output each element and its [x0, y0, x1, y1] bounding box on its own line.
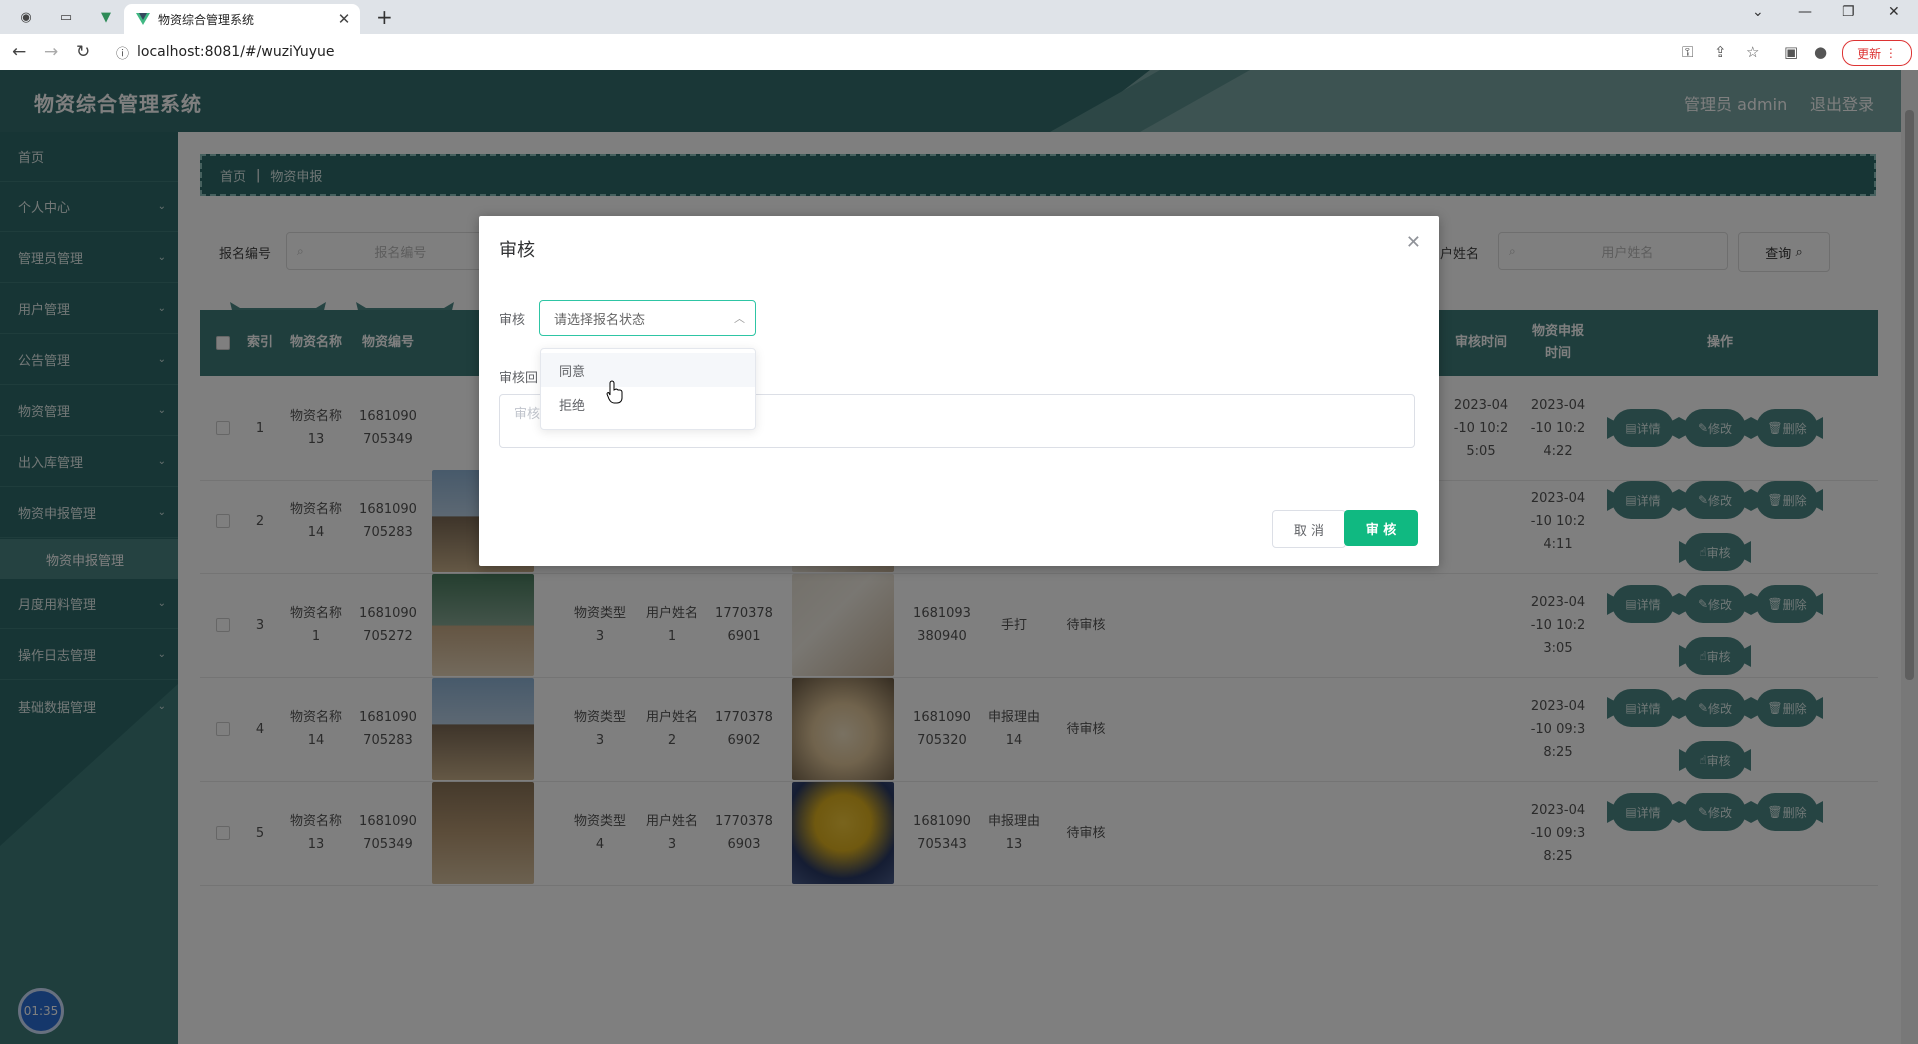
tab-search-icon[interactable]: ⌄ [1752, 4, 1764, 20]
minimize-icon[interactable]: — [1798, 4, 1812, 20]
browser-tab-active[interactable]: 物资综合管理系统 ✕ [124, 4, 360, 34]
restore-icon[interactable]: ❐ [1842, 4, 1855, 20]
cancel-button[interactable]: 取 消 [1272, 510, 1346, 548]
share-icon[interactable]: ⇪ [1714, 43, 1727, 61]
reload-icon[interactable]: ↻ [76, 42, 90, 62]
close-icon[interactable]: ✕ [1406, 232, 1421, 253]
site-info-icon[interactable]: ⓘ [116, 43, 129, 62]
bookmark-star-icon[interactable]: ☆ [1746, 43, 1759, 61]
tab-favicon-icon[interactable]: ◉ [14, 6, 38, 28]
dropdown-option-agree[interactable]: 同意 [541, 353, 755, 387]
audit-status-select[interactable]: 请选择报名状态 ︿ [539, 300, 756, 336]
close-tab-icon[interactable]: ✕ [334, 10, 354, 28]
audit-reply-label: 审核回 [499, 371, 539, 386]
dialog-title: 审核 [499, 240, 535, 261]
url-text: localhost:8081/#/wuziYuyue [137, 44, 335, 60]
window-close-icon[interactable]: ✕ [1888, 4, 1900, 20]
new-tab-icon[interactable]: + [376, 5, 393, 29]
tab-blank-icon[interactable]: ▭ [54, 6, 78, 28]
select-placeholder: 请选择报名状态 [554, 312, 646, 328]
address-bar: ← → ↻ ⓘ localhost:8081/#/wuziYuyue ⚿ ⇪ ☆… [0, 34, 1918, 71]
confirm-audit-button[interactable]: 审 核 [1344, 510, 1418, 546]
side-panel-icon[interactable]: ▣ [1784, 43, 1798, 61]
key-icon[interactable]: ⚿ [1682, 43, 1693, 61]
url-field[interactable]: ⓘ localhost:8081/#/wuziYuyue [108, 39, 1888, 65]
tab-vue-icon[interactable]: ▼ [94, 6, 118, 28]
dropdown-option-reject[interactable]: 拒绝 [541, 387, 755, 421]
update-label: 更新 [1857, 46, 1882, 61]
browser-tab-bar: ◉ ▭ ▼ 物资综合管理系统 ✕ + ⌄ — ❐ ✕ [0, 0, 1918, 34]
hand-cursor-icon [606, 380, 623, 404]
audit-field-label: 审核 [499, 313, 526, 328]
textarea-placeholder: 审核 [514, 407, 541, 422]
status-dropdown: 同意 拒绝 [540, 348, 756, 430]
profile-icon[interactable]: ● [1814, 43, 1827, 61]
tab-title: 物资综合管理系统 [158, 12, 255, 27]
back-icon[interactable]: ← [12, 42, 26, 62]
vue-logo-icon [136, 13, 150, 25]
chevron-up-icon: ︿ [734, 312, 745, 325]
update-button[interactable]: 更新 ⋮ [1842, 40, 1912, 66]
forward-icon[interactable]: → [44, 42, 58, 62]
